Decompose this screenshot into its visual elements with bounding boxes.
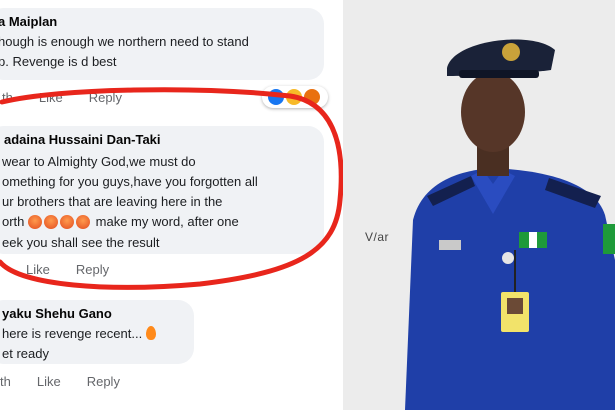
officer-photo: V/ar (343, 0, 615, 410)
comments-screenshot: a Maiplan hough is enough we northern ne… (0, 0, 343, 410)
sleeve-flag-icon (603, 224, 615, 254)
cap-badge-icon (502, 43, 520, 61)
flag-patch-center (529, 232, 537, 248)
cap-band (459, 70, 539, 78)
id-card-photo (507, 298, 523, 314)
highlight-stroke (0, 87, 343, 290)
whistle-icon (502, 252, 514, 264)
officer-illustration (343, 0, 615, 410)
head (461, 72, 525, 152)
wall-marking: V/ar (365, 230, 390, 244)
name-tag (439, 240, 461, 250)
highlight-circle (0, 87, 343, 290)
